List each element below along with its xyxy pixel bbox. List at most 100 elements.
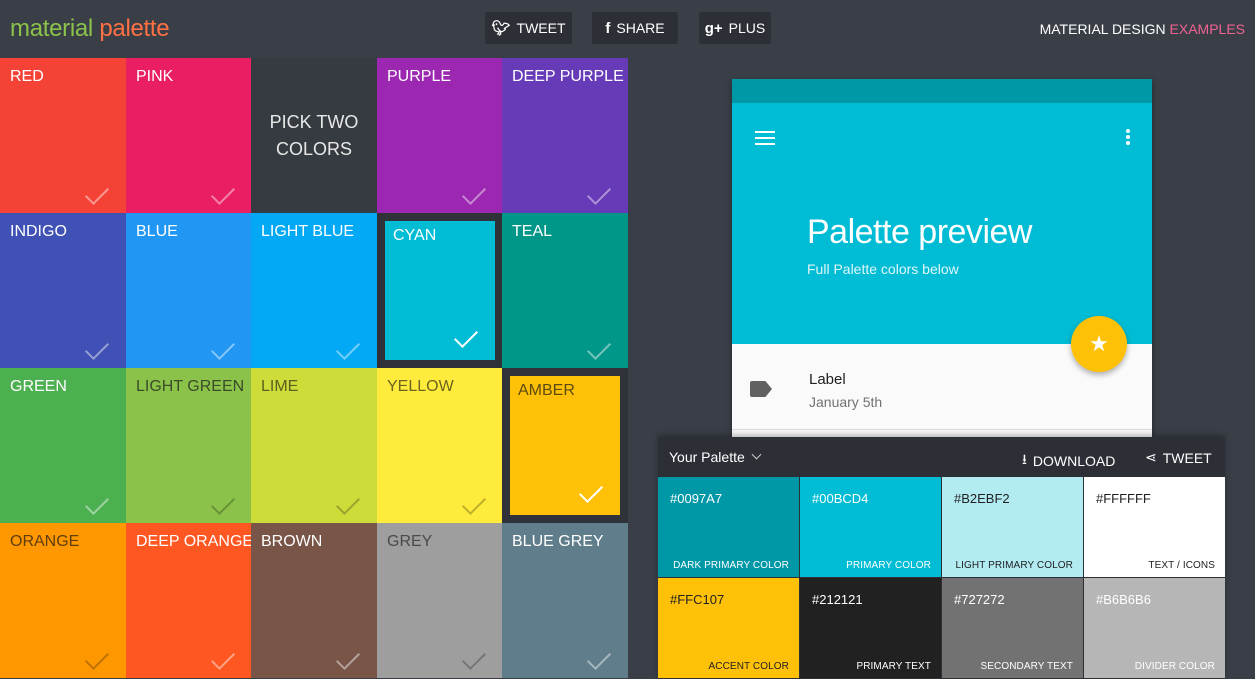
plus-button-label: PLUS xyxy=(728,20,766,36)
color-tile-cyan-selected[interactable]: CYAN xyxy=(377,213,503,368)
swatch-primary[interactable]: #00BCD4 PRIMARY COLOR xyxy=(800,477,941,577)
color-name: YELLOW xyxy=(387,378,454,395)
check-icon xyxy=(335,490,361,516)
check-icon xyxy=(453,323,479,349)
star-fab-button[interactable]: ★ xyxy=(1071,316,1127,372)
facebook-icon: f xyxy=(605,19,611,37)
check-icon xyxy=(586,180,612,206)
color-name: GREEN xyxy=(10,378,67,395)
swatch-divider[interactable]: #B6B6B6 DIVIDER COLOR xyxy=(1084,578,1225,678)
logo-word-palette: palette xyxy=(99,15,170,42)
color-name: GREY xyxy=(387,533,433,550)
twitter-icon: 🐦︎ xyxy=(491,20,511,37)
color-name: TEAL xyxy=(512,223,553,240)
swatch-role: LIGHT PRIMARY COLOR xyxy=(955,560,1073,571)
swatch-role: PRIMARY COLOR xyxy=(846,560,931,571)
star-icon: ★ xyxy=(1089,331,1109,356)
color-tile-blue[interactable]: BLUE xyxy=(126,213,252,368)
your-palette-panel: Your Palette ⭳ DOWNLOAD ⋖ TWEET #0097A7 … xyxy=(658,437,1225,679)
color-tile-pink[interactable]: PINK xyxy=(126,58,252,213)
facebook-share-button[interactable]: f SHARE xyxy=(592,12,678,44)
swatch-light-primary[interactable]: #B2EBF2 LIGHT PRIMARY COLOR xyxy=(942,477,1083,577)
swatch-hex: #FFFFFF xyxy=(1096,491,1151,506)
palette-tweet-button[interactable]: ⋖ TWEET xyxy=(1145,449,1212,466)
swatch-hex: #B2EBF2 xyxy=(954,491,1010,506)
check-icon xyxy=(84,335,110,361)
palette-toolbar: Your Palette ⭳ DOWNLOAD ⋖ TWEET xyxy=(658,437,1225,477)
list-item-date: January 5th xyxy=(809,394,883,410)
check-icon xyxy=(586,335,612,361)
swatch-hex: #B6B6B6 xyxy=(1096,592,1151,607)
color-tile-orange[interactable]: ORANGE xyxy=(0,523,126,678)
color-name: AMBER xyxy=(518,382,575,399)
swatch-accent[interactable]: #FFC107 ACCENT COLOR xyxy=(658,578,799,678)
check-icon xyxy=(84,180,110,206)
download-button[interactable]: ⭳ DOWNLOAD xyxy=(1022,449,1115,473)
swatch-dark-primary[interactable]: #0097A7 DARK PRIMARY COLOR xyxy=(658,477,799,577)
check-icon xyxy=(461,490,487,516)
label-icon xyxy=(750,381,772,397)
color-name: DEEP PURPLE xyxy=(512,68,624,85)
swatch-hex: #212121 xyxy=(812,592,863,607)
color-name: BROWN xyxy=(261,533,323,550)
check-icon xyxy=(461,645,487,671)
app-logo[interactable]: material palette xyxy=(10,15,170,43)
top-bar: material palette 🐦︎ TWEET f SHARE g+ PLU… xyxy=(0,0,1255,58)
preview-title: Palette preview xyxy=(807,213,1032,251)
download-label: DOWNLOAD xyxy=(1032,453,1116,469)
material-design-examples-link[interactable]: MATERIAL DESIGN EXAMPLES xyxy=(1040,21,1245,37)
color-tile-brown[interactable]: BROWN xyxy=(251,523,377,678)
color-tile-indigo[interactable]: INDIGO xyxy=(0,213,126,368)
list-item-title: Label xyxy=(809,371,846,388)
swatch-hex: #FFC107 xyxy=(670,592,725,607)
divider xyxy=(732,429,1152,430)
color-tile-deep-purple[interactable]: DEEP PURPLE xyxy=(502,58,628,213)
check-icon xyxy=(586,645,612,671)
selected-swatch: AMBER xyxy=(510,376,620,515)
color-tile-blue-grey[interactable]: BLUE GREY xyxy=(502,523,628,678)
check-icon xyxy=(335,335,361,361)
chevron-down-icon[interactable] xyxy=(751,449,762,460)
color-tile-amber-selected[interactable]: AMBER xyxy=(502,368,628,523)
color-tile-teal[interactable]: TEAL xyxy=(502,213,628,368)
color-name: LIGHT GREEN xyxy=(136,378,245,395)
color-tile-lime[interactable]: LIME xyxy=(251,368,377,523)
tweet-button-label: TWEET xyxy=(516,20,566,36)
color-name: LIGHT BLUE xyxy=(261,223,355,240)
color-tile-green[interactable]: GREEN xyxy=(0,368,126,523)
color-name: LIME xyxy=(261,378,299,395)
check-icon xyxy=(461,180,487,206)
color-name: PINK xyxy=(136,68,174,85)
preview-subtitle: Full Palette colors below xyxy=(807,261,959,277)
swatch-text-icons[interactable]: #FFFFFF TEXT / ICONS xyxy=(1084,477,1225,577)
color-tile-red[interactable]: RED xyxy=(0,58,126,213)
check-icon xyxy=(578,478,604,504)
swatch-secondary-text[interactable]: #727272 SECONDARY TEXT xyxy=(942,578,1083,678)
color-tile-light-green[interactable]: LIGHT GREEN xyxy=(126,368,252,523)
palette-preview-card: Palette preview Full Palette colors belo… xyxy=(732,79,1152,439)
color-tile-purple[interactable]: PURPLE xyxy=(377,58,503,213)
app-bar: Palette preview Full Palette colors belo… xyxy=(732,103,1152,344)
color-name: CYAN xyxy=(393,227,437,244)
palette-dropdown[interactable]: Your Palette xyxy=(669,449,745,465)
color-tile-light-blue[interactable]: LIGHT BLUE xyxy=(251,213,377,368)
check-icon xyxy=(84,490,110,516)
color-tile-deep-orange[interactable]: DEEP ORANGE xyxy=(126,523,254,678)
swatch-primary-text[interactable]: #212121 PRIMARY TEXT xyxy=(800,578,941,678)
color-name: PURPLE xyxy=(387,68,452,85)
color-tile-grey[interactable]: GREY xyxy=(377,523,503,678)
tweet-button[interactable]: 🐦︎ TWEET xyxy=(485,12,572,44)
swatch-hex: #0097A7 xyxy=(670,491,723,506)
swatch-hex: #727272 xyxy=(954,592,1005,607)
color-name: DEEP ORANGE xyxy=(136,533,254,550)
google-plus-button[interactable]: g+ PLUS xyxy=(699,12,771,44)
menu-icon[interactable] xyxy=(755,131,775,145)
md-link-main: MATERIAL DESIGN xyxy=(1039,21,1166,37)
more-vert-icon[interactable] xyxy=(1126,129,1130,145)
palette-tweet-label: TWEET xyxy=(1162,449,1212,466)
check-icon xyxy=(210,335,236,361)
google-plus-icon: g+ xyxy=(704,19,723,37)
check-icon xyxy=(335,645,361,671)
color-tile-yellow[interactable]: YELLOW xyxy=(377,368,503,523)
swatch-role: DIVIDER COLOR xyxy=(1134,661,1215,672)
